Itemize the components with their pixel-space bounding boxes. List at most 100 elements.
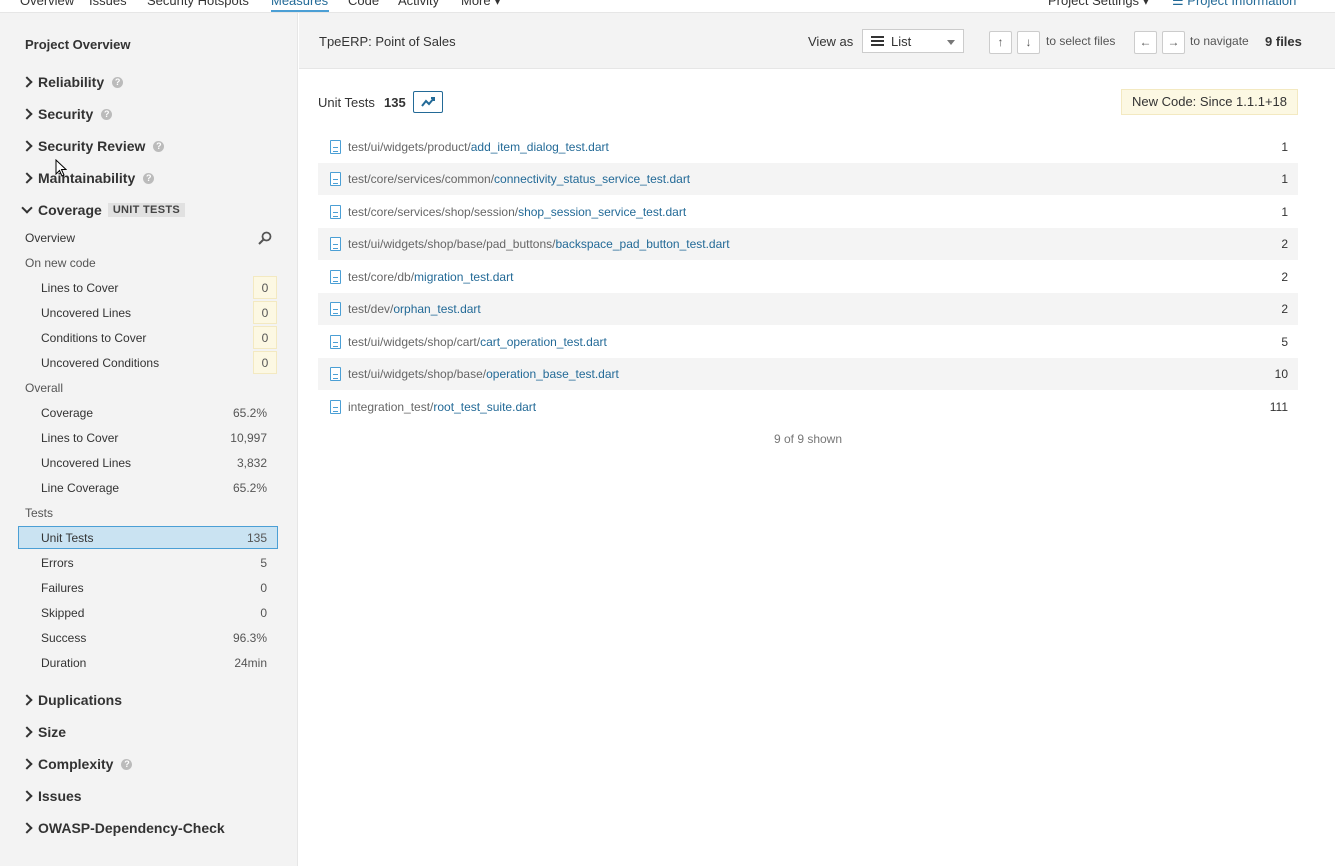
file-path[interactable]: integration_test/root_test_suite.dart [348, 400, 536, 414]
table-row[interactable]: test/ui/widgets/product/add_item_dialog_… [318, 131, 1298, 163]
file-path[interactable]: test/core/services/common/connectivity_s… [348, 172, 690, 186]
view-mode-value: List [891, 34, 912, 49]
down-arrow-key: ↓ [1017, 31, 1040, 54]
project-information-link[interactable]: ☰ Project Information [1172, 0, 1296, 9]
file-icon [330, 140, 341, 154]
measure-new-conditions-to-cover[interactable]: Conditions to Cover 0 [18, 326, 278, 349]
file-path[interactable]: test/ui/widgets/product/add_item_dialog_… [348, 140, 609, 154]
tab-activity[interactable]: Activity [398, 0, 439, 8]
table-row[interactable]: test/ui/widgets/shop/cart/cart_operation… [318, 326, 1298, 358]
measure-uncovered-lines[interactable]: Uncovered Lines 3,832 [18, 451, 278, 474]
file-path[interactable]: test/core/services/shop/session/shop_ses… [348, 205, 686, 219]
file-measure-value: 1 [1281, 172, 1288, 186]
tab-overview[interactable]: Overview [20, 0, 74, 8]
table-row[interactable]: test/core/services/shop/session/shop_ses… [318, 196, 1298, 228]
measure-line-coverage[interactable]: Line Coverage 65.2% [18, 476, 278, 499]
sidebar-title[interactable]: Project Overview [25, 37, 131, 52]
file-path[interactable]: test/ui/widgets/shop/base/pad_buttons/ba… [348, 237, 730, 251]
file-measure-value: 1 [1281, 140, 1288, 154]
file-path[interactable]: test/dev/orphan_test.dart [348, 302, 481, 316]
table-row[interactable]: test/dev/orphan_test.dart 2 [318, 293, 1298, 325]
domain-owasp-dependency-check[interactable]: OWASP-Dependency-Check [20, 818, 225, 838]
breadcrumb-project[interactable]: TpeERP: Point of Sales [319, 34, 456, 49]
left-arrow-key: ← [1134, 31, 1157, 54]
view-mode-select[interactable]: List [862, 29, 964, 53]
file-icon [330, 367, 341, 381]
measure-value: 65.2% [232, 405, 267, 420]
chevron-right-icon [20, 789, 34, 803]
file-path[interactable]: test/ui/widgets/shop/base/operation_base… [348, 367, 619, 381]
tab-measures[interactable]: Measures [271, 0, 328, 8]
domain-security-review[interactable]: Security Review ? [20, 136, 165, 156]
table-row[interactable]: test/ui/widgets/shop/base/pad_buttons/ba… [318, 228, 1298, 260]
chevron-right-icon [20, 75, 34, 89]
table-row[interactable]: test/core/db/migration_test.dart 2 [318, 261, 1298, 293]
domain-issues[interactable]: Issues [20, 786, 82, 806]
table-row[interactable]: integration_test/root_test_suite.dart 11… [318, 391, 1298, 423]
domain-duplications[interactable]: Duplications [20, 690, 122, 710]
help-icon[interactable]: ? [143, 172, 155, 184]
tab-code[interactable]: Code [348, 0, 379, 8]
measure-new-uncovered-lines[interactable]: Uncovered Lines 0 [18, 301, 278, 324]
file-dir: integration_test/ [348, 400, 434, 414]
domain-coverage[interactable]: Coverage UNIT TESTS [20, 200, 185, 220]
measure-new-uncovered-conditions[interactable]: Uncovered Conditions 0 [18, 351, 278, 374]
table-row[interactable]: test/core/services/common/connectivity_s… [318, 163, 1298, 195]
measure-label: Duration [41, 655, 87, 670]
project-settings-label: Project Settings [1048, 0, 1140, 8]
bubble-chart-search-icon[interactable] [258, 231, 272, 245]
file-path[interactable]: test/ui/widgets/shop/cart/cart_operation… [348, 335, 607, 349]
measure-lines-to-cover[interactable]: Lines to Cover 10,997 [18, 426, 278, 449]
help-icon[interactable]: ? [121, 758, 133, 770]
file-name: shop_session_service_test.dart [518, 205, 687, 219]
domain-label: Complexity [38, 756, 114, 772]
chevron-right-icon [20, 821, 34, 835]
domain-label: Security Review [38, 138, 146, 154]
domain-label: OWASP-Dependency-Check [38, 820, 225, 836]
file-measure-value: 2 [1281, 302, 1288, 316]
history-button[interactable] [413, 91, 443, 113]
measure-value: 3,832 [236, 455, 267, 470]
measure-label: Success [41, 630, 87, 645]
measure-new-lines-to-cover[interactable]: Lines to Cover 0 [18, 276, 278, 299]
domain-size[interactable]: Size [20, 722, 66, 742]
top-navigation: Overview Issues Security Hotspots Measur… [0, 0, 1335, 13]
measure-label: Uncovered Conditions [41, 355, 160, 370]
measure-test-errors[interactable]: Errors 5 [18, 551, 278, 574]
view-as-label: View as [808, 34, 854, 49]
help-icon[interactable]: ? [153, 140, 165, 152]
measure-test-success[interactable]: Success 96.3% [18, 626, 278, 649]
measure-test-duration[interactable]: Duration 24min [18, 651, 278, 674]
project-settings-menu[interactable]: Project Settings ▾ [1048, 0, 1149, 9]
help-icon[interactable]: ? [101, 108, 113, 120]
file-icon [330, 335, 341, 349]
measure-skipped-tests[interactable]: Skipped 0 [18, 601, 278, 624]
file-dir: test/core/services/shop/session/ [348, 205, 519, 219]
coverage-overview-link[interactable]: Overview [25, 231, 75, 245]
measure-label: Conditions to Cover [41, 330, 147, 345]
tab-more[interactable]: More ▾ [461, 0, 501, 9]
measure-test-failures[interactable]: Failures 0 [18, 576, 278, 599]
help-icon[interactable]: ? [112, 76, 124, 88]
file-dir: test/ui/widgets/product/ [348, 140, 471, 154]
navigate-hint: to navigate [1190, 34, 1249, 48]
measure-label: Lines to Cover [41, 430, 119, 445]
measure-value: 96.3% [232, 630, 267, 645]
domain-security[interactable]: Security ? [20, 104, 113, 124]
file-path[interactable]: test/core/db/migration_test.dart [348, 270, 513, 284]
metric-value: 135 [384, 95, 406, 110]
measure-label: Unit Tests [41, 530, 94, 545]
domain-label: Duplications [38, 692, 123, 708]
file-icon [330, 237, 341, 251]
domain-complexity[interactable]: Complexity ? [20, 754, 133, 774]
chevron-right-icon [20, 107, 34, 121]
table-row[interactable]: test/ui/widgets/shop/base/operation_base… [318, 358, 1298, 390]
measure-coverage[interactable]: Coverage 65.2% [18, 401, 278, 424]
file-name: operation_base_test.dart [486, 367, 619, 381]
domain-maintainability[interactable]: Maintainability ? [20, 168, 155, 188]
tab-security-hotspots[interactable]: Security Hotspots [147, 0, 249, 8]
tab-issues[interactable]: Issues [89, 0, 127, 8]
domain-reliability[interactable]: Reliability ? [20, 72, 124, 92]
file-measure-value: 2 [1281, 237, 1288, 251]
measure-unit-tests[interactable]: Unit Tests 135 [18, 526, 278, 549]
